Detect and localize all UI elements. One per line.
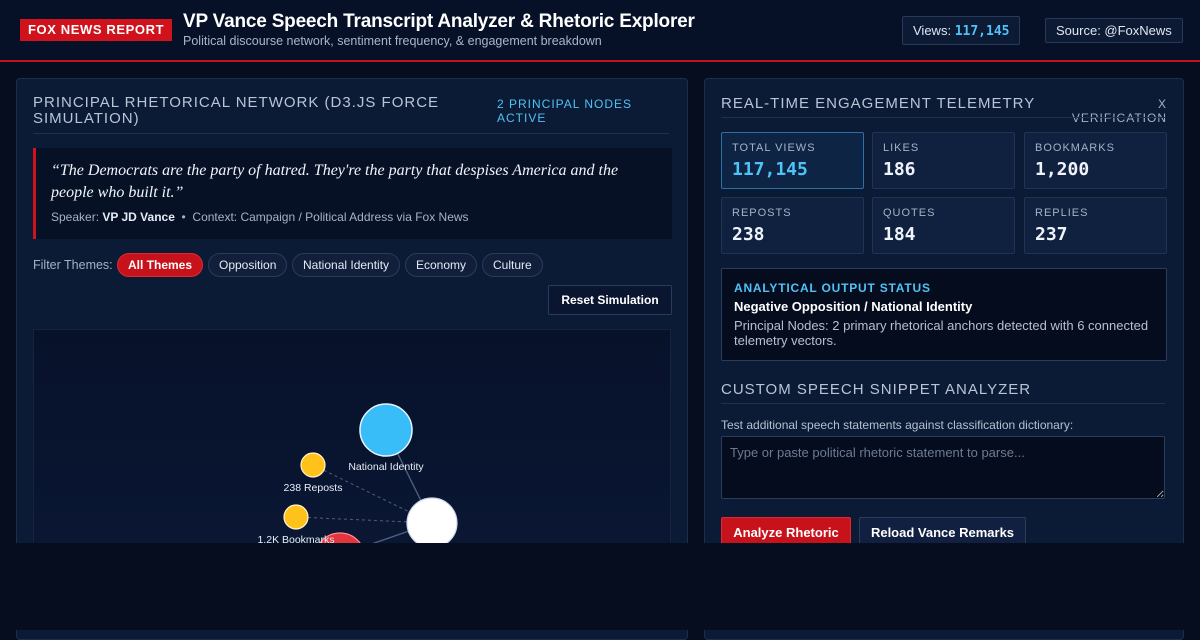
stat-reposts: Reposts 238 <box>721 197 864 254</box>
views-counter: Views: 117,145 <box>902 16 1021 45</box>
featured-quote: “The Democrats are the party of hatred. … <box>33 148 672 239</box>
stat-label: Quotes <box>883 207 936 219</box>
app-header: FOX NEWS REPORT VP Vance Speech Transcri… <box>0 0 1200 62</box>
stat-label: Total Views <box>732 142 816 154</box>
telemetry-panel-title: Real-Time Engagement Telemetry <box>721 95 1036 112</box>
page-subtitle: Political discourse network, sentiment f… <box>183 34 602 48</box>
verification-label: X Verification <box>1071 97 1167 125</box>
reset-simulation-button[interactable]: Reset Simulation <box>548 285 672 315</box>
filter-chip-opposition[interactable]: Opposition <box>208 253 288 277</box>
meta-separator: • <box>181 210 186 224</box>
analysis-status-box: Analytical Output Status Negative Opposi… <box>721 268 1167 361</box>
panel-divider <box>721 117 1165 118</box>
page-footer-area <box>0 543 1200 630</box>
brand-badge: FOX NEWS REPORT <box>20 19 173 41</box>
speaker-label: Speaker: <box>51 210 100 224</box>
node-label-national-identity: National Identity <box>348 461 424 473</box>
filter-label: Filter Themes: <box>33 258 113 272</box>
panel-divider <box>721 403 1165 404</box>
stat-label: Replies <box>1035 207 1089 219</box>
stat-value: 184 <box>883 224 916 245</box>
stat-label: Bookmarks <box>1035 142 1115 154</box>
node-national-identity[interactable] <box>359 403 413 457</box>
quote-text: “The Democrats are the party of hatred. … <box>51 162 619 201</box>
node-bookmarks[interactable] <box>283 504 309 530</box>
stat-value: 238 <box>732 224 765 245</box>
stat-label: Likes <box>883 142 920 154</box>
quote-attribution: Speaker: VP JD Vance • Context: Campaign… <box>51 210 469 224</box>
stat-quotes: Quotes 184 <box>872 197 1015 254</box>
quote-context: Context: Campaign / Political Address vi… <box>192 210 469 224</box>
stat-value: 1,200 <box>1035 159 1090 180</box>
network-panel-title: Principal Rhetorical Network (D3.js Forc… <box>33 94 440 127</box>
filter-chip-culture[interactable]: Culture <box>482 253 543 277</box>
status-description: Principal Nodes: 2 primary rhetorical an… <box>734 318 1149 348</box>
force-graph[interactable]: National Identity 238 Reposts 1.2K Bookm… <box>33 329 671 551</box>
views-label: Views: <box>913 23 952 38</box>
speaker-name: VP JD Vance <box>102 210 175 224</box>
panel-divider <box>33 133 669 134</box>
stat-value: 237 <box>1035 224 1068 245</box>
stat-value: 117,145 <box>732 159 808 180</box>
stat-value: 186 <box>883 159 916 180</box>
views-value: 117,145 <box>954 24 1010 39</box>
filter-chip-economy[interactable]: Economy <box>405 253 478 277</box>
node-opposition-anchor[interactable] <box>406 497 458 549</box>
analyzer-title: Custom Speech Snippet Analyzer <box>721 381 1032 398</box>
stat-replies: Replies 237 <box>1024 197 1167 254</box>
analyzer-instructions: Test additional speech statements agains… <box>721 418 1074 432</box>
stat-total-views: Total Views 117,145 <box>721 132 864 189</box>
graph-background <box>34 330 670 550</box>
node-reposts[interactable] <box>300 452 326 478</box>
force-graph-svg: National Identity 238 Reposts 1.2K Bookm… <box>34 330 670 550</box>
stat-label: Reposts <box>732 207 792 219</box>
page-title: VP Vance Speech Transcript Analyzer & Rh… <box>183 11 695 32</box>
source-tag[interactable]: Source: @FoxNews <box>1045 18 1183 43</box>
stat-bookmarks: Bookmarks 1,200 <box>1024 132 1167 189</box>
node-label-reposts: 238 Reposts <box>284 482 343 494</box>
filter-chip-national-identity[interactable]: National Identity <box>292 253 401 277</box>
filter-chip-all-themes[interactable]: All Themes <box>117 253 204 277</box>
active-nodes-indicator: 2 Principal Nodes Active <box>497 97 633 125</box>
status-heading: Analytical Output Status <box>734 281 931 295</box>
speech-snippet-input[interactable] <box>721 436 1165 499</box>
stat-likes: Likes 186 <box>872 132 1015 189</box>
status-classification: Negative Opposition / National Identity <box>734 299 973 314</box>
